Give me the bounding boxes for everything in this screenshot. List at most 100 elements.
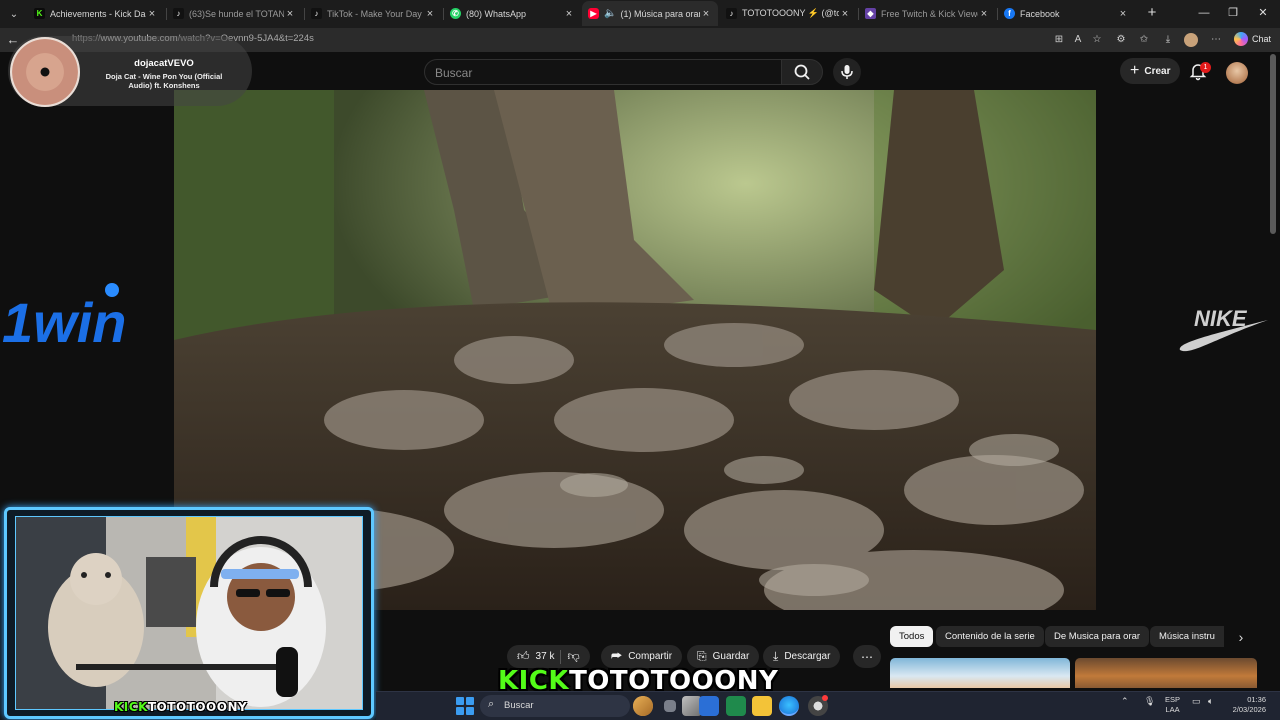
like-count[interactable]: 37 k [536, 651, 555, 662]
create-button[interactable]: + Crear [1120, 58, 1181, 84]
taskbar-search-label: Buscar [504, 700, 534, 711]
extensions-icon[interactable]: ⚙ [1114, 33, 1128, 47]
like-icon[interactable]: 👍︎ [517, 649, 530, 664]
task-view-icon[interactable] [664, 700, 676, 712]
speaker-icon[interactable]: 🔈 [604, 8, 616, 19]
new-tab-button[interactable]: + [1143, 4, 1161, 22]
recommended-thumbnail[interactable] [1075, 658, 1257, 688]
tiktok-icon: ♪ [173, 8, 184, 19]
tab-whatsapp[interactable]: ✆ (80) WhatsApp × [444, 1, 581, 26]
webcam-channel-label: KICKTOTOTOOONY [114, 700, 247, 714]
voice-search-button[interactable] [833, 58, 861, 86]
notification-count-badge: 1 [1200, 62, 1211, 73]
clock-date: 2/03/2026 [1232, 705, 1266, 714]
copilot-icon [1234, 32, 1248, 46]
page-scrollbar[interactable] [1270, 54, 1276, 234]
tab-close-icon[interactable]: × [563, 8, 575, 20]
restore-button[interactable]: ❐ [1222, 4, 1244, 22]
tab-facebook[interactable]: f Facebook × [998, 1, 1135, 26]
save-button[interactable]: ⎘ Guardar [687, 645, 760, 668]
tab-title: (1) Música para orar - E [620, 8, 700, 19]
network-tray-icon[interactable]: ▭ [1192, 696, 1201, 707]
share-button[interactable]: ⮫ Compartir [601, 645, 683, 668]
edge-app-icon[interactable] [779, 696, 799, 716]
album-art-disc [10, 37, 80, 107]
tab-title: TOTOTOOONY ⚡ (@tototo [742, 8, 839, 18]
search-input[interactable]: Buscar [424, 59, 782, 85]
tab-close-icon[interactable]: × [700, 8, 712, 20]
tab-title: Achievements - Kick Dashboard [50, 8, 146, 19]
tiktok-icon: ♪ [726, 8, 737, 19]
chip-contenido-serie[interactable]: Contenido de la serie [936, 626, 1044, 647]
chevron-right-icon[interactable]: › [1232, 628, 1250, 646]
tab-close-icon[interactable]: × [1117, 8, 1129, 20]
tab-tototooony-tiktok[interactable]: ♪ TOTOTOOONY ⚡ (@tototo × [720, 1, 857, 26]
brand-dot [105, 283, 119, 297]
lang-bottom: LAA [1165, 705, 1180, 714]
tab-youtube-musica-para-orar[interactable]: ▶ 🔈 (1) Música para orar - E × [582, 1, 718, 26]
like-dislike-group: 👍︎ 37 k 👎︎ [507, 645, 590, 668]
tab-close-icon[interactable]: × [978, 8, 990, 20]
tab-title: (63)Se hunde el TOTANIC [189, 8, 284, 19]
file-explorer-icon[interactable] [752, 696, 772, 716]
excel-app-icon[interactable] [726, 696, 746, 716]
create-label: Crear [1144, 65, 1171, 77]
read-aloud-icon[interactable]: A [1071, 33, 1085, 47]
download-button[interactable]: ⤓ Descargar [763, 645, 841, 668]
search-button[interactable] [781, 59, 823, 85]
tab-actions-menu-icon[interactable]: ⌄ [4, 4, 24, 24]
tab-title: Free Twitch & Kick Viewers [881, 8, 978, 19]
tab-title: TikTok - Make Your Day [327, 8, 422, 19]
windows-taskbar: ⌕ Buscar ⌃ 🎙︎ ESP LAA ▭ 🔈︎ 01:36 2/03/20… [376, 691, 1280, 720]
app-available-icon[interactable]: ⊞ [1052, 33, 1066, 47]
webcam-channel-name: TOTOTOOONY [147, 700, 248, 714]
tab-close-icon[interactable]: × [839, 8, 851, 20]
tab-tiktok[interactable]: ♪ TikTok - Make Your Day × [305, 1, 442, 26]
copilot-chat-button[interactable]: Chat [1234, 32, 1271, 46]
favorite-star-icon[interactable]: ☆ [1090, 33, 1104, 47]
recording-dot [822, 695, 828, 701]
system-clock[interactable]: 01:36 2/03/2026 [1226, 695, 1266, 715]
tab-close-icon[interactable]: × [424, 8, 436, 20]
webcam-video [15, 516, 363, 710]
input-language[interactable]: ESP LAA [1165, 695, 1180, 715]
kick-icon: K [34, 8, 45, 19]
outlook-app-icon[interactable] [699, 696, 719, 716]
tab-close-icon[interactable]: × [146, 8, 158, 20]
youtube-icon: ▶ [588, 8, 599, 19]
share-label: Compartir [628, 651, 673, 662]
chip-de-musica-para-orar[interactable]: De Musica para orar [1045, 626, 1150, 647]
profile-avatar-icon[interactable] [1184, 33, 1198, 47]
account-avatar[interactable] [1226, 62, 1248, 84]
webcam-frame [4, 507, 374, 719]
minimize-button[interactable]: — [1193, 4, 1215, 22]
microphone-tray-icon[interactable]: 🎙︎ [1144, 696, 1155, 707]
webcam-kick-logo: KICK [114, 700, 148, 714]
now-playing-track: Doja Cat - Wine Pon You (Official Audio)… [105, 72, 223, 90]
recommended-thumbnail[interactable] [890, 658, 1070, 688]
chip-musica-instrumental[interactable]: Música instru [1150, 626, 1224, 647]
tab-kick-dashboard[interactable]: K Achievements - Kick Dashboard × [28, 1, 164, 26]
more-actions-button[interactable]: ⋯ [853, 645, 881, 668]
tab-free-viewers[interactable]: ◆ Free Twitch & Kick Viewers × [859, 1, 996, 26]
brand-1win-text: 1win [2, 291, 126, 354]
close-window-button[interactable]: ✕ [1252, 4, 1274, 22]
streamer-camera-feed [16, 517, 362, 709]
share-icon: ⮫ [611, 649, 623, 663]
more-horizontal-icon: ⋯ [861, 649, 873, 664]
tab-totanic[interactable]: ♪ (63)Se hunde el TOTANIC × [167, 1, 302, 26]
windows-start-icon[interactable] [456, 697, 474, 715]
more-menu-icon[interactable]: ⋯ [1209, 33, 1223, 47]
tiktok-icon: ♪ [311, 8, 322, 19]
favorites-icon[interactable]: ✩ [1137, 33, 1151, 47]
dislike-icon[interactable]: 👎︎ [567, 649, 579, 664]
taskbar-search[interactable]: ⌕ Buscar [480, 695, 630, 717]
downloads-icon[interactable]: ⤓ [1161, 33, 1175, 47]
volume-tray-icon[interactable]: 🔈︎ [1208, 696, 1213, 707]
tray-overflow-icon[interactable]: ⌃ [1121, 696, 1129, 707]
chip-todos[interactable]: Todos [890, 626, 934, 647]
tab-close-icon[interactable]: × [284, 8, 296, 20]
whatsapp-icon: ✆ [450, 8, 461, 19]
